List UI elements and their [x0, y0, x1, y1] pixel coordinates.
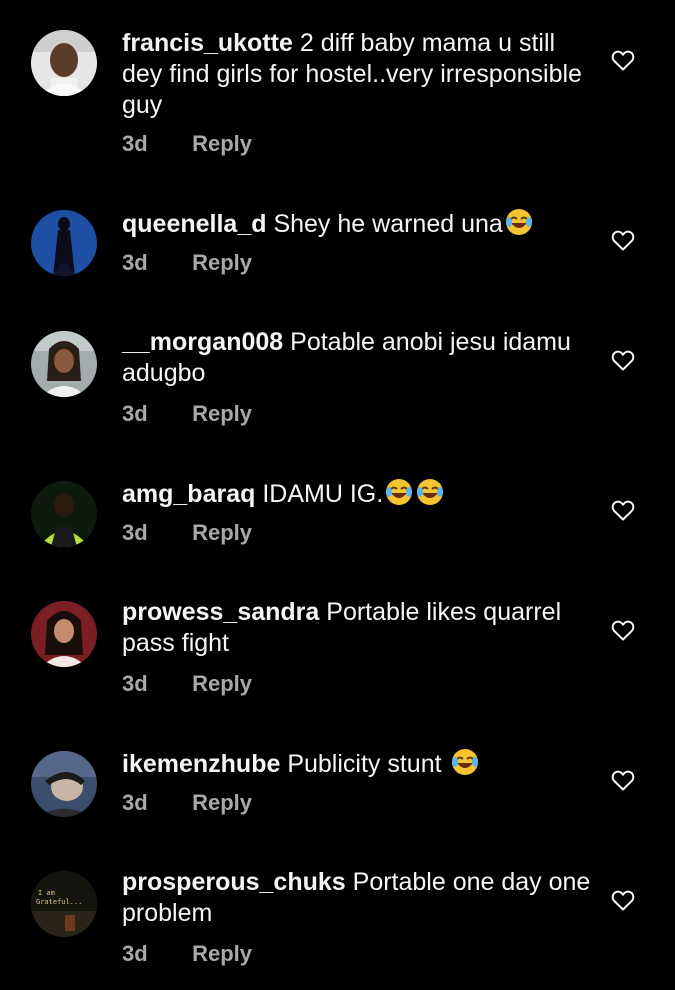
- comment-timestamp: 3d: [122, 790, 148, 815]
- comment-username[interactable]: amg_baraq: [122, 480, 255, 508]
- avatar[interactable]: [31, 331, 97, 397]
- comment-timestamp: 3d: [122, 250, 148, 275]
- heart-outline-icon[interactable]: [611, 229, 635, 251]
- heart-outline-icon[interactable]: [611, 499, 635, 521]
- comment-username[interactable]: francis_ukotte: [122, 29, 293, 57]
- comment-text: Shey he warned una: [273, 210, 503, 238]
- comment-username[interactable]: ikemenzhube: [122, 750, 280, 778]
- avatar[interactable]: I am Grateful...: [31, 871, 97, 937]
- comment-username[interactable]: prosperous_chuks: [122, 868, 346, 896]
- heart-outline-icon[interactable]: [611, 349, 635, 371]
- face-with-tears-of-joy-icon: [386, 479, 413, 505]
- comment-text: IDAMU IG.: [262, 480, 384, 508]
- reply-button[interactable]: Reply: [192, 790, 252, 816]
- heart-outline-icon[interactable]: [611, 769, 635, 791]
- comment-username[interactable]: prowess_sandra: [122, 598, 319, 626]
- reply-button[interactable]: Reply: [192, 520, 252, 546]
- comment-username[interactable]: __morgan008: [122, 328, 283, 356]
- avatar[interactable]: [31, 601, 97, 667]
- heart-outline-icon[interactable]: [611, 889, 635, 911]
- heart-outline-icon[interactable]: [611, 49, 635, 71]
- face-with-tears-of-joy-icon: [451, 749, 478, 775]
- heart-outline-icon[interactable]: [611, 619, 635, 641]
- avatar[interactable]: [31, 30, 97, 96]
- avatar-caption-line-2: Grateful...: [36, 898, 82, 906]
- comment-timestamp: 3d: [122, 671, 148, 696]
- avatar[interactable]: [31, 751, 97, 817]
- comment-timestamp: 3d: [122, 941, 148, 966]
- reply-button[interactable]: Reply: [192, 671, 252, 697]
- comment-username[interactable]: queenella_d: [122, 210, 267, 238]
- reply-button[interactable]: Reply: [192, 131, 252, 157]
- face-with-tears-of-joy-icon: [417, 479, 444, 505]
- comment-text: Publicity stunt: [287, 750, 442, 778]
- avatar[interactable]: [31, 481, 97, 547]
- avatar[interactable]: [31, 210, 97, 276]
- comment-timestamp: 3d: [122, 401, 148, 426]
- comment-timestamp: 3d: [122, 131, 148, 156]
- avatar-caption-line-1: I am: [38, 889, 55, 897]
- reply-button[interactable]: Reply: [192, 941, 252, 967]
- reply-button[interactable]: Reply: [192, 401, 252, 427]
- reply-button[interactable]: Reply: [192, 250, 252, 276]
- face-with-tears-of-joy-icon: [505, 209, 532, 235]
- comment-timestamp: 3d: [122, 520, 148, 545]
